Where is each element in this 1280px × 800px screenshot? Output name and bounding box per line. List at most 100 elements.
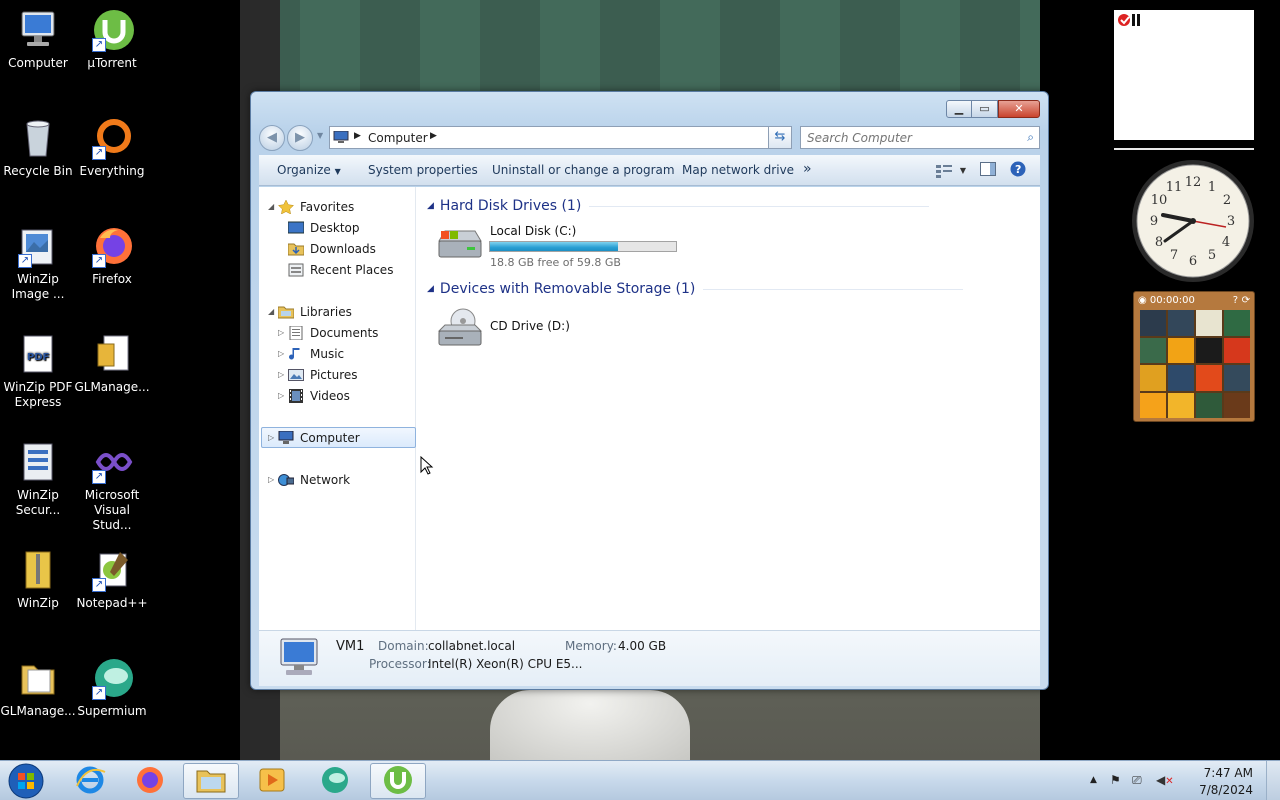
close-button[interactable]: ✕ xyxy=(998,100,1040,118)
drive-cd-d[interactable]: CD Drive (D:) xyxy=(417,305,717,355)
address-bar[interactable]: ▶ Computer ▶ ▼ xyxy=(329,126,791,149)
taskbar-media-player[interactable] xyxy=(244,763,300,799)
desktop-icon-notepadpp[interactable]: ↗ Notepad++ xyxy=(74,548,150,611)
drive-local-disk-c[interactable]: Local Disk (C:) 18.8 GB free of 59.8 GB xyxy=(417,217,717,269)
network-tray-icon[interactable]: ⎚ xyxy=(1132,773,1142,788)
puzzle-tile[interactable] xyxy=(1140,392,1166,418)
system-properties-button[interactable]: System properties xyxy=(368,163,478,177)
more-commands-button[interactable]: » xyxy=(803,161,812,177)
expand-arrow-icon: ▷ xyxy=(278,328,285,337)
nav-documents[interactable]: ▷ Documents xyxy=(259,323,416,343)
refresh-button[interactable]: ⇆ xyxy=(768,126,792,149)
picture-puzzle-gadget[interactable]: ◉ 00:00:00 ? ⟳ xyxy=(1133,291,1255,422)
taskbar-firefox[interactable] xyxy=(122,763,178,799)
desktop-icon-recycle-bin[interactable]: Recycle Bin xyxy=(0,116,76,179)
search-input[interactable] xyxy=(801,127,1011,148)
shortcut-arrow-icon: ↗ xyxy=(92,470,106,484)
organize-button[interactable]: Organize ▼ xyxy=(277,163,341,177)
group-hard-disk-drives[interactable]: ◢ Hard Disk Drives (1) xyxy=(427,196,930,216)
media-player-icon xyxy=(256,765,288,798)
shortcut-arrow-icon: ↗ xyxy=(92,254,106,268)
gadget-panel[interactable] xyxy=(1114,10,1254,140)
puzzle-tile[interactable] xyxy=(1196,392,1222,418)
change-view-button[interactable]: ▼ xyxy=(935,164,966,178)
volume-muted-icon[interactable]: ◀✕ xyxy=(1156,773,1174,787)
puzzle-tile[interactable] xyxy=(1140,365,1166,391)
start-button[interactable] xyxy=(4,762,48,800)
show-hidden-icons[interactable]: ▲ xyxy=(1090,775,1097,785)
collapse-arrow-icon: ◢ xyxy=(268,202,275,211)
nav-recent-places[interactable]: Recent Places xyxy=(259,260,416,280)
nav-computer[interactable]: ▷ Computer xyxy=(259,428,416,448)
desktop-icon-utorrent[interactable]: ↗ µTorrent xyxy=(74,8,150,71)
preview-pane-icon xyxy=(980,162,996,176)
desktop-icon-glmanager[interactable]: GLManage... xyxy=(74,332,150,395)
puzzle-tile[interactable] xyxy=(1196,337,1222,363)
puzzle-tile[interactable] xyxy=(1140,337,1166,363)
desktop-icon-everything[interactable]: ↗ Everything xyxy=(74,116,150,179)
desktop-icon-winzip[interactable]: WinZip xyxy=(0,548,76,611)
maximize-button[interactable]: ▭ xyxy=(972,100,998,118)
breadcrumb-separator-icon[interactable]: ▶ xyxy=(430,131,437,141)
desktop-icon-firefox[interactable]: ↗ Firefox xyxy=(74,224,150,287)
nav-network[interactable]: ▷ Network xyxy=(259,470,416,490)
taskbar-windows-explorer[interactable] xyxy=(183,763,239,799)
desktop-icon-glmanager-folder[interactable]: GLManage... xyxy=(0,656,76,719)
puzzle-tile[interactable] xyxy=(1224,310,1250,336)
puzzle-tile[interactable] xyxy=(1224,365,1250,391)
breadcrumb-computer[interactable]: Computer xyxy=(368,131,428,145)
forward-button[interactable]: ▶ xyxy=(287,125,313,151)
taskbar-supermium[interactable] xyxy=(307,763,363,799)
details-pane: VM1 Domain: collabnet.local Memory: 4.00… xyxy=(259,630,1040,686)
map-network-drive-button[interactable]: Map network drive xyxy=(682,163,794,177)
taskbar-internet-explorer[interactable] xyxy=(62,763,118,799)
puzzle-tile[interactable] xyxy=(1224,392,1250,418)
help-button[interactable]: ? xyxy=(1010,161,1026,180)
expand-arrow-icon: ▷ xyxy=(278,391,285,400)
downloads-folder-icon xyxy=(287,242,305,256)
gadget-play-pause-icon[interactable] xyxy=(1118,13,1148,30)
desktop-icon-label: Computer xyxy=(8,56,68,70)
glmanager-folder-icon xyxy=(16,656,60,700)
puzzle-tile[interactable] xyxy=(1140,310,1166,336)
navigation-bar: ◀ ▶ ▼ ▶ Computer ▶ ▼ ⇆ ⌕ xyxy=(259,125,1040,151)
puzzle-tile[interactable] xyxy=(1168,392,1194,418)
desktop-icon-computer[interactable]: Computer xyxy=(0,8,76,71)
desktop-icon-winzip-secure[interactable]: WinZip Secur... xyxy=(0,440,76,518)
nav-libraries[interactable]: ◢ Libraries xyxy=(259,302,416,322)
desktop-icon-winzip-pdf[interactable]: PDF WinZip PDF Express xyxy=(0,332,76,410)
puzzle-help-icon[interactable]: ? xyxy=(1233,294,1238,308)
group-removable-storage[interactable]: ◢ Devices with Removable Storage (1) xyxy=(427,279,964,299)
nav-favorites[interactable]: ◢ Favorites xyxy=(259,197,416,217)
chevron-down-icon: ▼ xyxy=(334,167,341,176)
shortcut-arrow-icon: ↗ xyxy=(92,578,106,592)
nav-pictures[interactable]: ▷ Pictures xyxy=(259,365,416,385)
puzzle-tile[interactable] xyxy=(1168,310,1194,336)
nav-downloads[interactable]: Downloads xyxy=(259,239,416,259)
puzzle-tile[interactable] xyxy=(1196,365,1222,391)
search-box[interactable]: ⌕ xyxy=(800,126,1040,149)
show-desktop-button[interactable] xyxy=(1266,761,1280,800)
uninstall-program-button[interactable]: Uninstall or change a program xyxy=(492,163,675,177)
puzzle-tile[interactable] xyxy=(1196,310,1222,336)
search-icon[interactable]: ⌕ xyxy=(1027,130,1034,145)
desktop-icon-visual-studio[interactable]: ↗ Microsoft Visual Stud... xyxy=(74,440,150,533)
puzzle-tile[interactable] xyxy=(1168,365,1194,391)
puzzle-tile[interactable] xyxy=(1224,337,1250,363)
minimize-button[interactable]: ▁ xyxy=(946,100,972,118)
nav-videos[interactable]: ▷ Videos xyxy=(259,386,416,406)
analog-clock-gadget[interactable]: 12 1 2 345 678 9 10 11 xyxy=(1130,158,1256,284)
preview-pane-button[interactable] xyxy=(980,162,996,179)
desktop-icon-supermium[interactable]: ↗ Supermium xyxy=(74,656,150,719)
back-button[interactable]: ◀ xyxy=(259,125,285,151)
puzzle-shuffle-icon[interactable]: ⟳ xyxy=(1242,294,1250,308)
action-center-flag-icon[interactable]: ⚑ xyxy=(1110,773,1121,787)
desktop-icon-winzip-image[interactable]: ↗ WinZip Image ... xyxy=(0,224,76,302)
recent-pages-dropdown-icon[interactable]: ▼ xyxy=(317,131,323,140)
breadcrumb-separator-icon[interactable]: ▶ xyxy=(354,131,361,141)
puzzle-tile[interactable] xyxy=(1168,337,1194,363)
taskbar-utorrent[interactable] xyxy=(370,763,426,799)
nav-desktop[interactable]: Desktop xyxy=(259,218,416,238)
puzzle-show-icon[interactable]: ◉ xyxy=(1138,295,1147,306)
nav-music[interactable]: ▷ Music xyxy=(259,344,416,364)
